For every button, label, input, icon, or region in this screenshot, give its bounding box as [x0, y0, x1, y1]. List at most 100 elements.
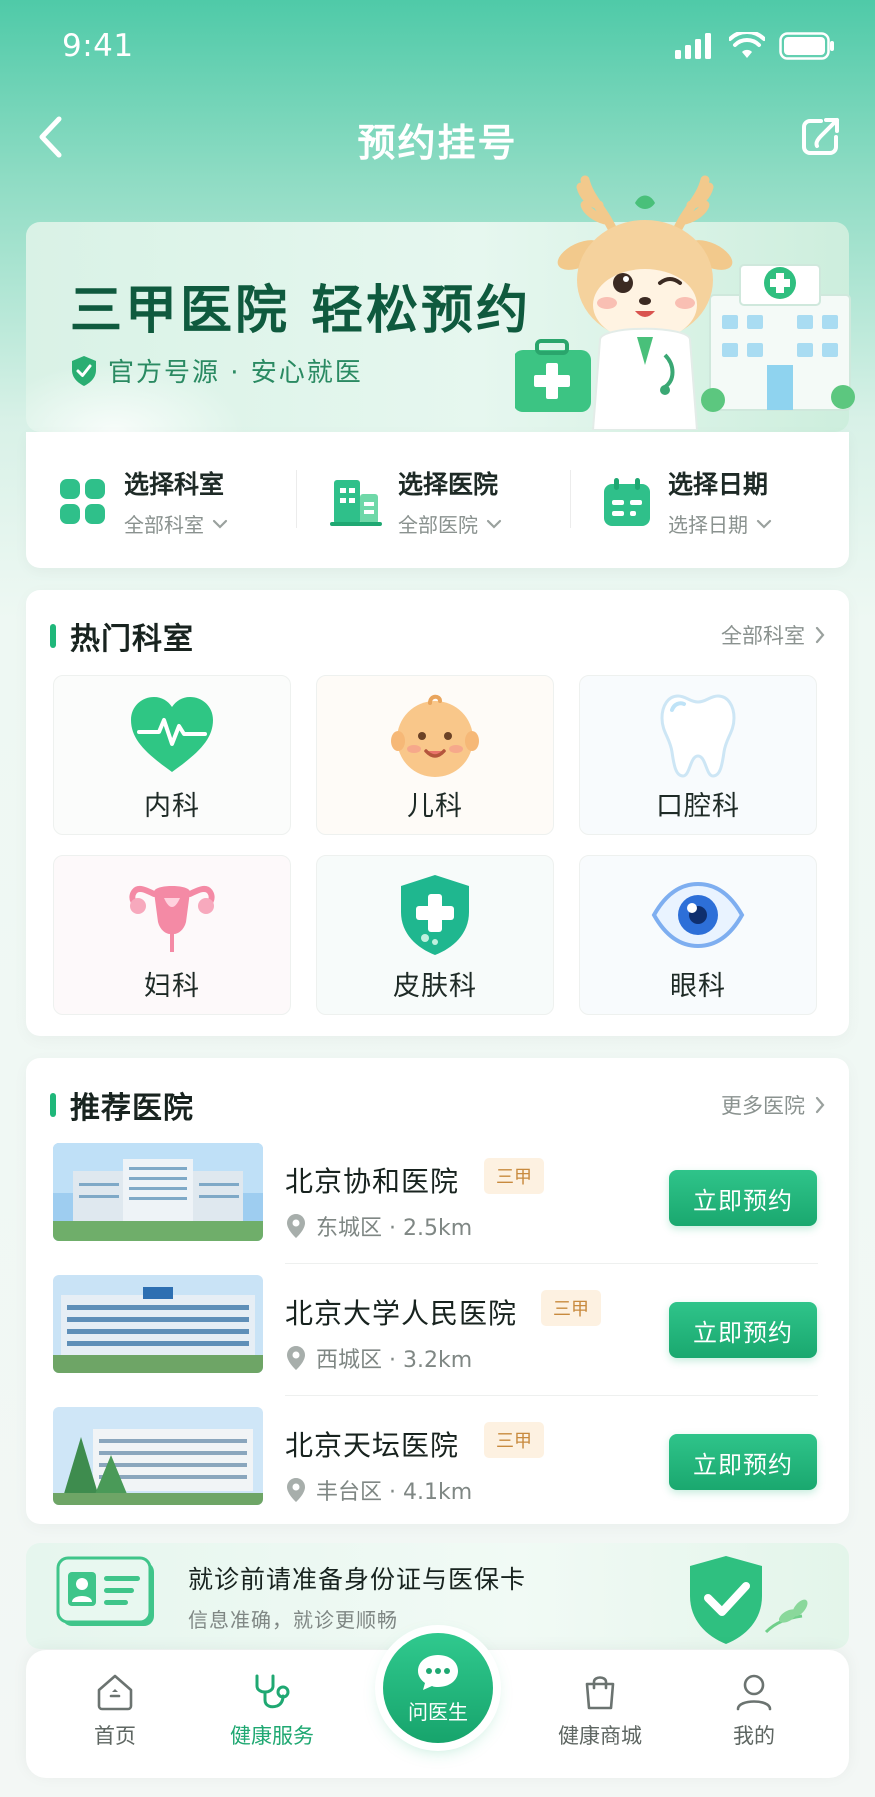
- section-title: 热门科室: [70, 622, 194, 657]
- tab-home[interactable]: 首页: [55, 1672, 175, 1750]
- tab-label: 首页: [94, 1724, 136, 1748]
- dept-label: 妇科: [144, 971, 200, 1002]
- dept-tile-internal[interactable]: 内科: [53, 675, 291, 835]
- more-hospitals-link[interactable]: 更多医院: [721, 1090, 825, 1120]
- chevron-down-icon: [212, 519, 228, 529]
- dept-label: 儿科: [407, 791, 463, 822]
- hospital-location: 丰台区 · 4.1km: [286, 1474, 472, 1506]
- dept-tile-dermatology[interactable]: 皮肤科: [316, 855, 554, 1015]
- banner-subtitle-text: 官方号源 · 安心就医: [108, 358, 363, 388]
- tab-label: 健康服务: [230, 1724, 314, 1748]
- uterus-icon: [129, 885, 215, 952]
- signal-icon: [675, 33, 711, 59]
- calendar-icon: [604, 477, 650, 526]
- location-pin-icon: [287, 1346, 305, 1370]
- hospital-photo-icon: [53, 1143, 263, 1241]
- hospital-photo-icon: [53, 1275, 263, 1373]
- hospital-name[interactable]: 北京天坛医院: [285, 1424, 459, 1464]
- filter-department[interactable]: 选择科室 全部科室: [58, 465, 228, 538]
- deer-doctor-mascot-icon: [515, 175, 855, 430]
- filter-title: 选择医院: [398, 470, 499, 499]
- location-pin-icon: [287, 1214, 305, 1238]
- tab-ask-doctor[interactable]: 问医生: [383, 1633, 493, 1743]
- filter-title: 选择日期: [668, 470, 769, 499]
- user-icon: [736, 1674, 772, 1711]
- hospitals-header: 推荐医院: [50, 1083, 194, 1127]
- battery-icon: [779, 32, 834, 60]
- section-title: 推荐医院: [70, 1091, 194, 1126]
- level-badge: 三甲: [484, 1158, 544, 1194]
- divider: [570, 470, 571, 528]
- dept-label: 眼科: [670, 971, 726, 1002]
- filter-date[interactable]: 选择日期 选择日期: [602, 465, 772, 538]
- filter-hospital[interactable]: 选择医院 全部医院: [330, 465, 502, 538]
- tab-label: 问医生: [408, 1699, 468, 1724]
- filter-value: 全部科室: [124, 513, 204, 537]
- dept-tile-gynecology[interactable]: 妇科: [53, 855, 291, 1015]
- book-now-button[interactable]: 立即预约: [669, 1170, 817, 1226]
- divider: [285, 1263, 818, 1264]
- book-now-button[interactable]: 立即预约: [669, 1302, 817, 1358]
- eye-icon: [651, 881, 745, 949]
- hospital-photo-icon: [53, 1407, 263, 1505]
- filter-value: 全部医院: [398, 513, 478, 537]
- level-badge: 三甲: [484, 1422, 544, 1458]
- section-accent-bar: [50, 624, 56, 648]
- reminder-title: 就诊前请准备身份证与医保卡: [188, 1565, 527, 1594]
- baby-face-icon: [391, 694, 479, 777]
- status-icons: [675, 32, 835, 60]
- section-accent-bar: [50, 1093, 56, 1117]
- chat-bubble-icon: [418, 1654, 458, 1690]
- location-text: 丰台区 · 4.1km: [316, 1480, 473, 1505]
- hospital-photo[interactable]: [53, 1407, 263, 1505]
- wifi-icon: [729, 32, 765, 58]
- filter-value: 选择日期: [668, 513, 748, 537]
- hospital-name[interactable]: 北京大学人民医院: [285, 1292, 517, 1332]
- shield-check-icon: [72, 355, 96, 386]
- share-button[interactable]: [795, 112, 845, 162]
- share-icon: [802, 118, 839, 155]
- hospital-photo[interactable]: [53, 1143, 263, 1241]
- shield-cross-icon: [401, 875, 469, 955]
- hospital-illustration: [701, 264, 855, 412]
- all-departments-link[interactable]: 全部科室: [721, 620, 825, 650]
- tooth-icon: [660, 694, 736, 778]
- dept-tile-dental[interactable]: 口腔科: [579, 675, 817, 835]
- filter-title: 选择科室: [124, 470, 225, 499]
- more-link-label: 全部科室: [721, 624, 805, 648]
- banner-subtitle: 官方号源 · 安心就医: [70, 352, 363, 389]
- hospital-photo[interactable]: [53, 1275, 263, 1373]
- hospital-name[interactable]: 北京协和医院: [285, 1160, 459, 1200]
- hospital-building-icon: [330, 479, 382, 526]
- stethoscope-icon: [255, 1674, 290, 1709]
- shield-check-icon: [690, 1556, 808, 1644]
- page-title: 预约挂号: [357, 121, 518, 165]
- dept-tile-pediatrics[interactable]: 儿科: [316, 675, 554, 835]
- level-badge: 三甲: [541, 1290, 601, 1326]
- shopping-bag-icon: [585, 1676, 615, 1710]
- hospital-location: 西城区 · 3.2km: [286, 1342, 472, 1374]
- chevron-right-icon: [815, 1096, 825, 1114]
- location-pin-icon: [287, 1478, 305, 1502]
- divider: [296, 470, 297, 528]
- chevron-down-icon: [486, 519, 502, 529]
- id-card-icon: [56, 1556, 154, 1626]
- dept-tile-ophthalmology[interactable]: 眼科: [579, 855, 817, 1015]
- dept-label: 皮肤科: [393, 971, 477, 1002]
- more-link-label: 更多医院: [721, 1094, 805, 1118]
- tab-health-mall[interactable]: 健康商城: [540, 1672, 660, 1750]
- hospital-location: 东城区 · 2.5km: [286, 1210, 472, 1242]
- reminder-subtitle: 信息准确，就诊更顺畅: [188, 1608, 398, 1632]
- home-icon: [97, 1674, 133, 1711]
- chevron-down-icon: [756, 519, 772, 529]
- tab-profile[interactable]: 我的: [694, 1672, 814, 1750]
- tab-health-services[interactable]: 健康服务: [212, 1672, 332, 1750]
- book-now-button[interactable]: 立即预约: [669, 1434, 817, 1490]
- dept-label: 内科: [144, 791, 200, 822]
- grid-icon: [60, 478, 105, 524]
- heart-pulse-icon: [131, 697, 213, 772]
- tab-label: 我的: [733, 1724, 775, 1748]
- location-text: 西城区 · 3.2km: [316, 1348, 473, 1373]
- divider: [285, 1395, 818, 1396]
- status-time: 9:41: [62, 28, 134, 64]
